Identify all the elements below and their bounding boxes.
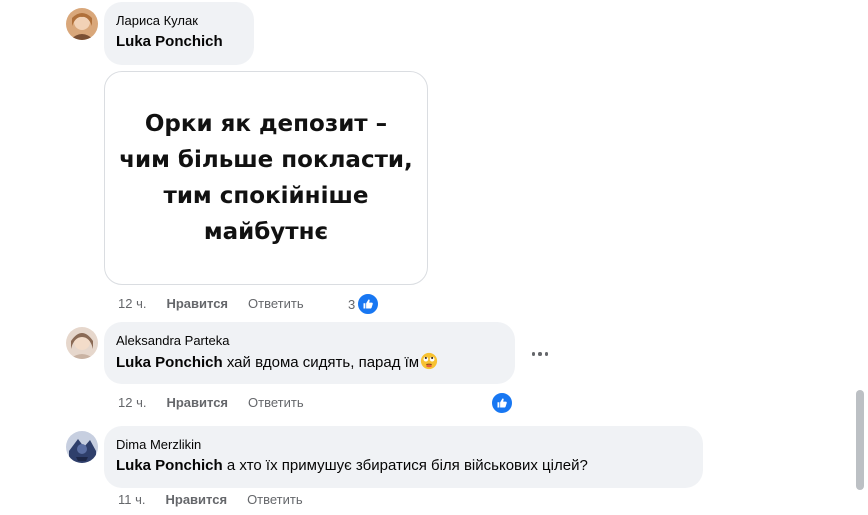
meme-image[interactable]: Орки як депозит – чим більше покласти, т… (104, 71, 428, 285)
comment-timestamp[interactable]: 12 ч. (118, 395, 146, 411)
comment-author[interactable]: Aleksandra Parteka (116, 333, 503, 349)
comment-text: Luka Ponchich (116, 32, 242, 52)
scrollbar-thumb[interactable] (856, 390, 864, 490)
avatar-larysa[interactable] (66, 8, 98, 40)
more-options-icon[interactable] (528, 344, 552, 364)
mention-link[interactable]: Luka Ponchich (116, 457, 223, 474)
comment-text: Luka Ponchich а хто їх примушує збиратис… (116, 456, 691, 476)
reaction-count: 3 (348, 296, 356, 312)
thumbs-up-icon (356, 292, 381, 316)
comment-bubble: Dima Merzlikin Luka Ponchich а хто їх пр… (104, 426, 703, 488)
mention-link[interactable]: Luka Ponchich (116, 354, 223, 371)
reply-button[interactable]: Ответить (247, 492, 303, 508)
comment-author[interactable]: Лариса Кулак (116, 13, 242, 29)
like-button[interactable]: Нравится (166, 492, 228, 508)
reaction-summary[interactable]: 3 (348, 292, 381, 316)
mention-link[interactable]: Luka Ponchich (116, 33, 223, 50)
comment-bubble: Лариса Кулак Luka Ponchich (104, 2, 254, 65)
thumbs-up-icon (490, 391, 514, 415)
comment-author[interactable]: Dima Merzlikin (116, 437, 691, 453)
comment-timestamp[interactable]: 12 ч. (118, 296, 146, 312)
like-button[interactable]: Нравится (166, 395, 228, 411)
comment-text: Luka Ponchich хай вдома сидять, парад їм (116, 352, 503, 373)
avatar-aleksandra[interactable] (66, 327, 98, 359)
rolling-eyes-emoji (421, 352, 438, 370)
comments-section: Лариса Кулак Luka Ponchich Орки як депоз… (0, 0, 868, 515)
comment-bubble: Aleksandra Parteka Luka Ponchich хай вдо… (104, 322, 515, 384)
comment-actions: 12 ч. Нравится Ответить (118, 296, 304, 312)
reply-button[interactable]: Ответить (248, 296, 304, 312)
comment-body: а хто їх примушує збиратися біля військо… (222, 457, 588, 474)
comment-timestamp[interactable]: 11 ч. (118, 492, 146, 508)
avatar-dima[interactable] (66, 431, 98, 463)
meme-text: Орки як депозит – чим більше покласти, т… (119, 111, 413, 245)
like-button[interactable]: Нравится (166, 296, 228, 312)
reply-button[interactable]: Ответить (248, 395, 304, 411)
comment-actions: 12 ч. Нравится Ответить (118, 395, 304, 411)
reaction-summary[interactable] (490, 391, 514, 415)
scrollbar[interactable] (856, 0, 864, 515)
comment-body: хай вдома сидять, парад їм (222, 354, 420, 371)
comment-actions: 11 ч. Нравится Ответить (118, 492, 303, 508)
